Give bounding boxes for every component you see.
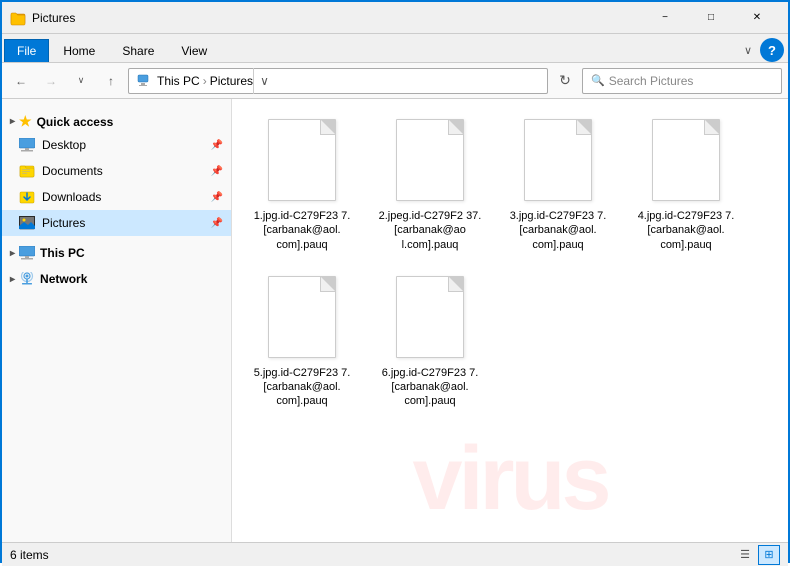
- file-item-5[interactable]: 6.jpg.id-C279F23 7.[carbanak@aol. com].p…: [370, 266, 490, 415]
- address-bar: ← → ∨ ↑ This PC › Pictures ∨ ↻ 🔍 Search …: [2, 63, 788, 99]
- this-pc-label: This PC: [40, 246, 85, 260]
- quick-access-label: Quick access: [37, 115, 114, 129]
- title-bar-icon: [10, 10, 26, 26]
- forward-button[interactable]: →: [38, 68, 64, 94]
- sidebar: ▸ ★ Quick access Desktop 📌: [2, 99, 232, 542]
- file-icon-0: [262, 115, 342, 205]
- file-icon-5: [390, 272, 470, 362]
- maximize-button[interactable]: □: [688, 2, 734, 34]
- desktop-label: Desktop: [42, 138, 86, 152]
- pictures-icon: [18, 214, 36, 232]
- status-bar: 6 items ☰ ⊞: [2, 542, 788, 566]
- sidebar-item-pictures[interactable]: Pictures 📌: [2, 210, 231, 236]
- ribbon: File Home Share View ∨ ?: [2, 34, 788, 63]
- file-item-4[interactable]: 5.jpg.id-C279F23 7.[carbanak@aol. com].p…: [242, 266, 362, 415]
- downloads-pin-icon: 📌: [211, 192, 223, 203]
- file-item[interactable]: 1.jpg.id-C279F23 7.[carbanak@aol. com].p…: [242, 109, 362, 258]
- file-page-5: [396, 276, 464, 358]
- ribbon-chevron[interactable]: ∨: [736, 40, 760, 61]
- file-page-corner-0: [321, 120, 335, 134]
- documents-label: Documents: [42, 164, 103, 178]
- network-label: Network: [40, 272, 87, 286]
- file-icon-2: [518, 115, 598, 205]
- path-this-pc[interactable]: This PC: [157, 74, 200, 88]
- pictures-pin-icon: 📌: [211, 218, 223, 229]
- back-button[interactable]: ←: [8, 68, 34, 94]
- file-page-2: [524, 119, 592, 201]
- documents-icon: [18, 162, 36, 180]
- network-chevron: ▸: [10, 274, 15, 285]
- desktop-icon: [18, 136, 36, 154]
- file-name-1: 2.jpeg.id-C279F2 37.[carbanak@ao l.com].…: [376, 209, 484, 252]
- dropdown-recent-button[interactable]: ∨: [68, 68, 94, 94]
- ribbon-help-button[interactable]: ?: [760, 38, 784, 62]
- file-grid: 1.jpg.id-C279F23 7.[carbanak@aol. com].p…: [242, 109, 778, 415]
- file-name-4: 5.jpg.id-C279F23 7.[carbanak@aol. com].p…: [248, 366, 356, 409]
- ribbon-tabs: File Home Share View ∨ ?: [2, 34, 788, 62]
- file-name-0: 1.jpg.id-C279F23 7.[carbanak@aol. com].p…: [248, 209, 356, 252]
- quick-access-star-icon: ★: [19, 113, 32, 130]
- tab-home[interactable]: Home: [50, 39, 108, 62]
- search-box[interactable]: 🔍 Search Pictures: [582, 68, 782, 94]
- network-header[interactable]: ▸ Network: [2, 266, 231, 288]
- title-bar-controls: − □ ✕: [642, 2, 780, 34]
- up-button[interactable]: ↑: [98, 68, 124, 94]
- path-separator-1: ›: [203, 74, 207, 88]
- quick-access-header[interactable]: ▸ ★ Quick access: [2, 107, 231, 132]
- sidebar-item-desktop[interactable]: Desktop 📌: [2, 132, 231, 158]
- file-name-3: 4.jpg.id-C279F23 7.[carbanak@aol. com].p…: [632, 209, 740, 252]
- address-path: This PC › Pictures ∨: [128, 68, 548, 94]
- file-item-2[interactable]: 3.jpg.id-C279F23 7.[carbanak@aol. com].p…: [498, 109, 618, 258]
- sidebar-item-downloads[interactable]: Downloads 📌: [2, 184, 231, 210]
- item-count: 6 items: [10, 548, 49, 562]
- file-icon-1: [390, 115, 470, 205]
- main-layout: ▸ ★ Quick access Desktop 📌: [2, 99, 788, 542]
- search-placeholder: Search Pictures: [609, 74, 694, 88]
- title-bar: Pictures − □ ✕: [2, 2, 788, 34]
- file-page-corner-5: [449, 277, 463, 291]
- file-name-2: 3.jpg.id-C279F23 7.[carbanak@aol. com].p…: [504, 209, 612, 252]
- view-list-button[interactable]: ☰: [734, 545, 756, 565]
- view-icons: ☰ ⊞: [734, 545, 780, 565]
- title-bar-title: Pictures: [32, 11, 642, 25]
- file-page-corner-2: [577, 120, 591, 134]
- view-grid-button[interactable]: ⊞: [758, 545, 780, 565]
- file-page-3: [652, 119, 720, 201]
- downloads-label: Downloads: [42, 190, 101, 204]
- sidebar-item-documents[interactable]: Documents 📌: [2, 158, 231, 184]
- minimize-button[interactable]: −: [642, 2, 688, 34]
- tab-share[interactable]: Share: [109, 39, 167, 62]
- pictures-label: Pictures: [42, 216, 85, 230]
- this-pc-chevron: ▸: [10, 248, 15, 259]
- file-item-1[interactable]: 2.jpeg.id-C279F2 37.[carbanak@ao l.com].…: [370, 109, 490, 258]
- documents-pin-icon: 📌: [211, 166, 223, 177]
- file-name-5: 6.jpg.id-C279F23 7.[carbanak@aol. com].p…: [376, 366, 484, 409]
- tab-file[interactable]: File: [4, 39, 49, 62]
- tab-view[interactable]: View: [168, 39, 220, 62]
- close-button[interactable]: ✕: [734, 2, 780, 34]
- desktop-pin-icon: 📌: [211, 140, 223, 151]
- file-page-corner-4: [321, 277, 335, 291]
- file-icon-3: [646, 115, 726, 205]
- path-dropdown-button[interactable]: ∨: [253, 68, 275, 94]
- file-page-4: [268, 276, 336, 358]
- search-icon: 🔍: [591, 74, 605, 87]
- this-pc-header[interactable]: ▸ This PC: [2, 240, 231, 262]
- file-area: 1.jpg.id-C279F23 7.[carbanak@aol. com].p…: [232, 99, 788, 542]
- file-page-corner-3: [705, 120, 719, 134]
- refresh-button[interactable]: ↻: [552, 68, 578, 94]
- quick-access-chevron: ▸: [10, 116, 15, 127]
- downloads-icon: [18, 188, 36, 206]
- file-page-corner-1: [449, 120, 463, 134]
- path-pictures[interactable]: Pictures: [210, 74, 253, 88]
- ribbon-right: ∨ ?: [736, 38, 788, 62]
- file-page-0: [268, 119, 336, 201]
- file-icon-4: [262, 272, 342, 362]
- file-page-1: [396, 119, 464, 201]
- file-item-3[interactable]: 4.jpg.id-C279F23 7.[carbanak@aol. com].p…: [626, 109, 746, 258]
